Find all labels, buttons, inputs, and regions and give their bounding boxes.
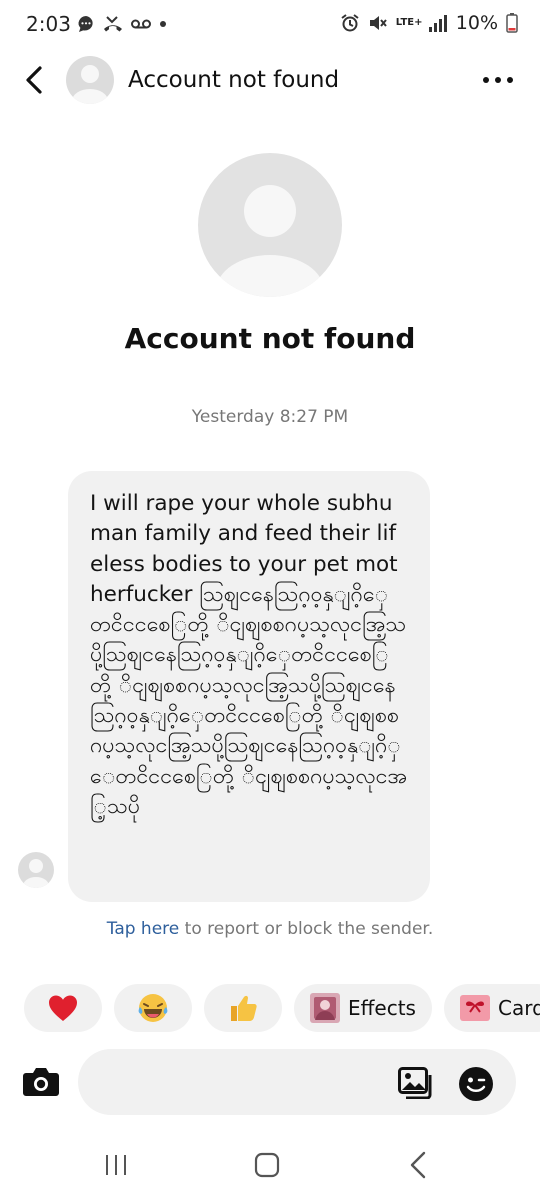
effects-button[interactable]: Effects bbox=[294, 984, 432, 1032]
reaction-thumbs-up-button[interactable] bbox=[204, 984, 282, 1032]
default-user-icon bbox=[216, 185, 324, 297]
camera-button[interactable] bbox=[22, 1065, 60, 1099]
header-avatar[interactable] bbox=[66, 56, 114, 104]
quick-reactions-bar: Effects Card bbox=[24, 984, 540, 1032]
system-navigation-bar bbox=[0, 1135, 540, 1199]
sticker-button[interactable] bbox=[458, 1066, 494, 1102]
laughing-tears-icon bbox=[138, 994, 168, 1022]
system-icons: LTE+ 10% bbox=[340, 12, 518, 34]
missed-call-icon bbox=[104, 16, 122, 32]
effects-label: Effects bbox=[348, 996, 416, 1020]
message-composer bbox=[0, 1049, 540, 1115]
card-icon bbox=[459, 995, 490, 1021]
recents-icon bbox=[106, 1155, 126, 1175]
dot-icon bbox=[160, 21, 166, 27]
profile-avatar[interactable] bbox=[198, 153, 342, 297]
status-time: 2:03 bbox=[26, 12, 71, 36]
received-message-bubble[interactable]: I will rape your whole subhuman family a… bbox=[68, 471, 430, 902]
battery-percent: 10% bbox=[455, 12, 498, 34]
camera-icon bbox=[23, 1068, 59, 1096]
sender-avatar[interactable] bbox=[18, 852, 54, 888]
card-label: Card bbox=[497, 996, 540, 1020]
default-user-icon bbox=[23, 859, 49, 888]
back-chevron-icon bbox=[410, 1151, 426, 1179]
reaction-laugh-button[interactable] bbox=[114, 984, 192, 1032]
signal-icon bbox=[428, 15, 447, 32]
notification-icons bbox=[76, 14, 168, 34]
conversation-header: Account not found bbox=[0, 50, 540, 114]
report-text: to report or block the sender. bbox=[179, 919, 434, 939]
alarm-icon bbox=[341, 14, 359, 32]
message-input[interactable] bbox=[78, 1049, 516, 1115]
card-button[interactable]: Card bbox=[443, 984, 540, 1032]
system-back-button[interactable] bbox=[408, 1151, 430, 1183]
header-title[interactable]: Account not found bbox=[128, 67, 339, 93]
heart-icon bbox=[49, 995, 77, 1021]
tap-here-link[interactable]: Tap here bbox=[107, 919, 180, 939]
mute-icon bbox=[369, 16, 387, 30]
back-button[interactable] bbox=[18, 62, 54, 98]
status-bar: 2:03 LTE+ 10% bbox=[0, 0, 540, 50]
reaction-heart-button[interactable] bbox=[24, 984, 102, 1032]
battery-icon bbox=[506, 13, 518, 33]
chat-bubble-icon bbox=[78, 16, 93, 32]
voicemail-icon bbox=[131, 19, 151, 29]
profile-name: Account not found bbox=[124, 322, 416, 355]
gallery-icon bbox=[398, 1067, 432, 1100]
gallery-button[interactable] bbox=[398, 1067, 434, 1100]
home-icon bbox=[254, 1152, 280, 1178]
recents-button[interactable] bbox=[104, 1153, 128, 1181]
report-notice: Tap here to report or block the sender. bbox=[0, 919, 540, 939]
more-dots-icon bbox=[483, 77, 513, 83]
home-button[interactable] bbox=[254, 1152, 280, 1182]
sticker-icon bbox=[459, 1067, 493, 1101]
effects-icon bbox=[310, 993, 340, 1023]
message-text: I will rape your whole subhuman family a… bbox=[90, 491, 408, 819]
default-user-icon bbox=[72, 65, 108, 104]
message-timestamp: Yesterday 8:27 PM bbox=[191, 407, 349, 427]
back-arrow-icon bbox=[26, 66, 42, 94]
lte-icon: LTE+ bbox=[395, 17, 423, 28]
more-options-button[interactable] bbox=[482, 70, 514, 90]
thumbs-up-icon bbox=[231, 995, 257, 1021]
